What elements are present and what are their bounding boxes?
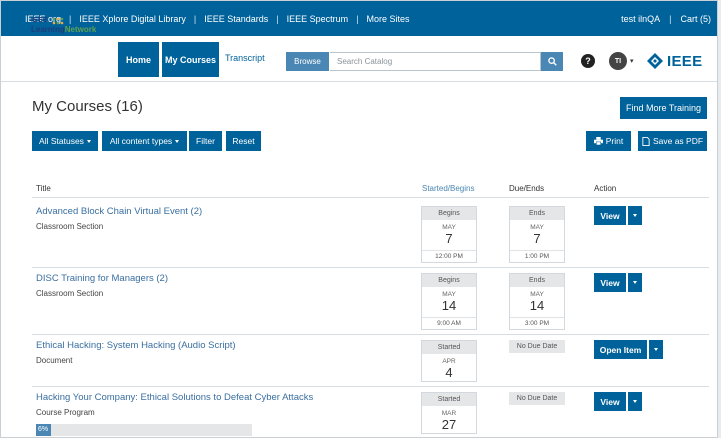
open-item-button[interactable]: Open Item — [594, 340, 647, 359]
end-date-box: Ends MAY 7 1:00 PM — [509, 206, 565, 263]
course-type: Classroom Section — [36, 222, 104, 231]
start-month: MAR — [441, 410, 457, 417]
printer-icon — [593, 137, 603, 145]
nav-home[interactable]: Home — [118, 42, 159, 77]
end-time: 1:00 PM — [510, 250, 564, 262]
save-as-pdf-button[interactable]: Save as PDF — [638, 131, 707, 151]
start-date-box: Started MAR 27 — [421, 392, 477, 434]
print-button[interactable]: Print — [586, 131, 631, 151]
course-type: Document — [36, 356, 73, 365]
start-label: Begins — [422, 274, 476, 287]
help-icon[interactable]: ? — [581, 54, 595, 68]
link-spectrum[interactable]: IEEE Spectrum — [287, 14, 349, 24]
caret-down-icon — [654, 348, 658, 351]
caret-down-icon — [633, 400, 637, 403]
browse-button[interactable]: Browse — [286, 52, 329, 71]
divider — [32, 334, 709, 335]
link-standards[interactable]: IEEE Standards — [204, 14, 268, 24]
course-type: Course Program — [36, 408, 95, 417]
col-title[interactable]: Title — [36, 184, 51, 193]
logo-text-learning-network: LearningNetwork — [31, 25, 97, 34]
view-button[interactable]: View — [594, 392, 626, 411]
col-due: Due/Ends — [509, 184, 545, 193]
find-more-training-button[interactable]: Find More Training — [620, 97, 707, 119]
ieee-diamond-icon — [647, 53, 663, 69]
logo-text-ieee: IEEE — [31, 17, 48, 24]
course-title-link[interactable]: Ethical Hacking: System Hacking (Audio S… — [36, 340, 236, 351]
end-day: 14 — [529, 298, 545, 313]
start-day: 14 — [441, 298, 457, 313]
course-title-link[interactable]: Advanced Block Chain Virtual Event (2) — [36, 206, 202, 217]
start-month: MAY — [442, 291, 456, 298]
start-day: 7 — [445, 231, 453, 246]
action-menu-button[interactable] — [649, 340, 663, 359]
no-due-date-badge: No Due Date — [509, 392, 565, 405]
end-time: 3:00 PM — [510, 317, 564, 329]
start-month: MAY — [442, 224, 456, 231]
start-date-box: Started APR 4 — [421, 340, 477, 382]
start-date-box: Begins MAY 14 9:00 AM — [421, 273, 477, 330]
link-more-sites[interactable]: More Sites — [367, 14, 410, 24]
action-menu-button[interactable] — [628, 206, 642, 225]
col-action: Action — [594, 184, 617, 193]
end-date-box: Ends MAY 14 3:00 PM — [509, 273, 565, 330]
reset-button[interactable]: Reset — [226, 131, 261, 151]
caret-down-icon — [86, 139, 91, 143]
end-month: MAY — [530, 224, 544, 231]
divider — [32, 267, 709, 268]
caret-down-icon — [175, 139, 180, 143]
content-types-dropdown[interactable]: All content types — [102, 131, 187, 151]
action-menu-button[interactable] — [628, 273, 642, 292]
ieee-logo[interactable]: IEEE — [647, 52, 702, 70]
start-month: APR — [442, 358, 456, 365]
view-button[interactable]: View — [594, 273, 626, 292]
ieee-logo-text: IEEE — [667, 52, 703, 70]
search-icon — [547, 57, 557, 66]
user-avatar[interactable]: TI — [609, 52, 627, 70]
chevron-down-icon[interactable]: ▾ — [630, 57, 634, 65]
ieee-learning-network-logo[interactable]: IEEE LearningNetwork — [31, 17, 111, 37]
end-label: Ends — [510, 274, 564, 287]
filter-button[interactable]: Filter — [189, 131, 222, 151]
page-title: My Courses (16) — [32, 98, 143, 115]
start-day: 4 — [445, 365, 453, 380]
progress-fill: 6% — [36, 424, 51, 436]
start-label: Started — [422, 341, 476, 354]
app-window: IEEE.org | IEEE Xplore Digital Library |… — [0, 0, 718, 438]
divider — [32, 197, 709, 198]
progress-bar: 6% — [36, 424, 252, 436]
user-name-link[interactable]: test ilnQA — [621, 14, 660, 24]
nav-transcript[interactable]: Transcript — [225, 53, 265, 63]
action-menu-button[interactable] — [628, 392, 642, 411]
end-day: 7 — [533, 231, 541, 246]
course-title-link[interactable]: Hacking Your Company: Ethical Solutions … — [36, 392, 313, 403]
no-due-date-badge: No Due Date — [509, 340, 565, 353]
view-button[interactable]: View — [594, 206, 626, 225]
course-type: Classroom Section — [36, 289, 104, 298]
caret-down-icon — [633, 281, 637, 284]
logo-dots-icon — [52, 17, 64, 25]
col-started[interactable]: Started/Begins — [422, 184, 474, 193]
start-time: 12:00 PM — [422, 250, 476, 262]
nav-my-courses[interactable]: My Courses — [162, 42, 219, 77]
end-month: MAY — [530, 291, 544, 298]
pdf-file-icon — [642, 136, 650, 146]
cart-link[interactable]: Cart (5) — [680, 14, 711, 24]
search-button[interactable] — [541, 52, 563, 71]
course-title-link[interactable]: DISC Training for Managers (2) — [36, 273, 168, 284]
end-label: Ends — [510, 207, 564, 220]
start-day: 27 — [441, 417, 457, 432]
all-statuses-dropdown[interactable]: All Statuses — [32, 131, 98, 151]
divider — [32, 386, 709, 387]
caret-down-icon — [633, 214, 637, 217]
start-label: Begins — [422, 207, 476, 220]
start-label: Started — [422, 393, 476, 406]
search-input[interactable] — [330, 52, 541, 71]
start-date-box: Begins MAY 7 12:00 PM — [421, 206, 477, 263]
start-time: 9:00 AM — [422, 317, 476, 329]
